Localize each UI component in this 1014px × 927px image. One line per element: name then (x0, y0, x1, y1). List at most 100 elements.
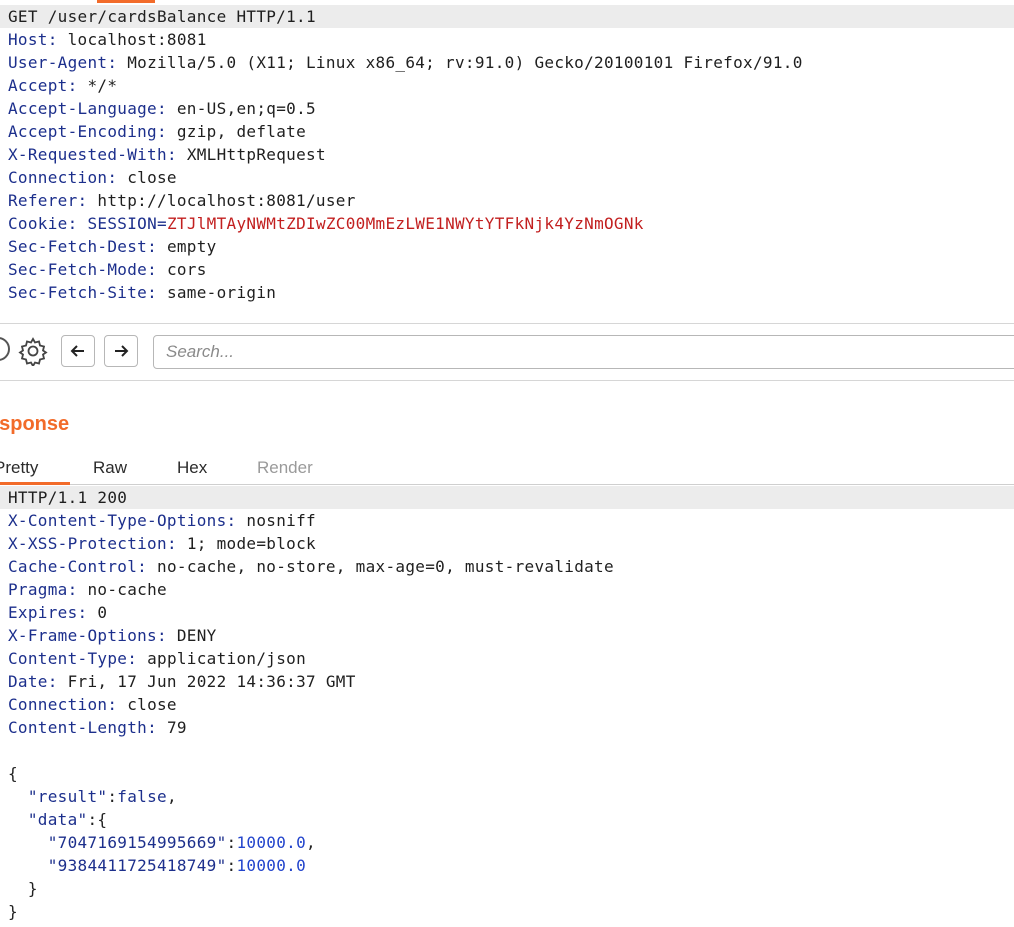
response-header-line[interactable]: Cache-Control: no-cache, no-store, max-a… (0, 555, 1014, 578)
header-value: 79 (166, 718, 187, 737)
json-line[interactable]: "result":false, (0, 785, 1014, 808)
header-value: DENY (176, 626, 217, 645)
header-name: Accept-Language (8, 99, 157, 118)
search-input[interactable] (153, 335, 1014, 369)
request-line-text: GET /user/cardsBalance HTTP/1.1 (8, 7, 316, 26)
header-name: X-Requested-With (8, 145, 167, 164)
json-close-brace: } (27, 879, 38, 898)
tab-pretty[interactable]: Pretty (0, 454, 70, 485)
header-name: Sec-Fetch-Dest (8, 237, 148, 256)
request-header-line[interactable]: Accept: */* (0, 74, 1014, 97)
request-header-line[interactable]: Sec-Fetch-Site: same-origin (0, 281, 1014, 304)
header-value: en-US,en;q=0.5 (176, 99, 316, 118)
request-header-line[interactable]: User-Agent: Mozilla/5.0 (X11; Linux x86_… (0, 51, 1014, 74)
response-header-line[interactable]: Pragma: no-cache (0, 578, 1014, 601)
tab-render[interactable]: Render (257, 454, 313, 482)
status-line[interactable]: HTTP/1.1 200 (0, 486, 1014, 509)
arrow-right-icon (115, 345, 129, 357)
header-name: Connection (8, 168, 108, 187)
header-value: no-cache (87, 580, 167, 599)
request-editor[interactable]: GET /user/cardsBalance HTTP/1.1 Host: lo… (0, 0, 1014, 323)
header-name: Content-Length (8, 718, 148, 737)
cookie-header-line[interactable]: Cookie: SESSION=ZTJlMTAyNWMtZDIwZC00MmEz… (0, 212, 1014, 235)
json-number: 10000.0 (236, 856, 306, 875)
response-header-line[interactable]: Connection: close (0, 693, 1014, 716)
request-header-line[interactable]: Sec-Fetch-Dest: empty (0, 235, 1014, 258)
json-key: "7047169154995669" (47, 833, 227, 852)
header-value: XMLHttpRequest (186, 145, 326, 164)
header-value: close (127, 695, 177, 714)
json-number: 10000.0 (236, 833, 306, 852)
header-value: nosniff (246, 511, 316, 530)
json-line[interactable]: "9384411725418749":10000.0 (0, 854, 1014, 877)
header-name: Referer (8, 191, 78, 210)
header-value: Fri, 17 Jun 2022 14:36:37 GMT (67, 672, 356, 691)
header-name: X-XSS-Protection (8, 534, 167, 553)
forward-button[interactable] (104, 335, 138, 367)
header-name: Connection (8, 695, 108, 714)
request-header-line[interactable]: Host: localhost:8081 (0, 28, 1014, 51)
tab-hex[interactable]: Hex (177, 454, 207, 482)
header-value: close (127, 168, 177, 187)
response-header-line[interactable]: X-XSS-Protection: 1; mode=block (0, 532, 1014, 555)
header-value: localhost:8081 (67, 30, 207, 49)
help-icon[interactable] (0, 337, 10, 361)
json-close-brace: } (8, 902, 18, 921)
header-name: Sec-Fetch-Mode (8, 260, 148, 279)
header-value: empty (166, 237, 217, 256)
cookie-value: ZTJlMTAyNWMtZDIwZC00MmEzLWE1NWYtYTFkNjk4… (166, 214, 644, 233)
header-value: same-origin (166, 283, 277, 302)
active-tab-indicator (97, 0, 155, 3)
request-header-line[interactable]: Sec-Fetch-Mode: cors (0, 258, 1014, 281)
request-header-line[interactable]: Connection: close (0, 166, 1014, 189)
json-open-brace: { (8, 764, 18, 783)
header-name: X-Frame-Options (8, 626, 157, 645)
cookie-name: SESSION (87, 214, 158, 233)
json-line[interactable]: "7047169154995669":10000.0, (0, 831, 1014, 854)
response-panel-title: esponse (0, 413, 70, 435)
json-line[interactable]: } (0, 877, 1014, 900)
response-header-line[interactable]: Date: Fri, 17 Jun 2022 14:36:37 GMT (0, 670, 1014, 693)
response-header-line[interactable]: X-Content-Type-Options: nosniff (0, 509, 1014, 532)
header-name: Sec-Fetch-Site (8, 283, 148, 302)
request-header-line[interactable]: Referer: http://localhost:8081/user (0, 189, 1014, 212)
back-button[interactable] (61, 335, 95, 367)
header-value: gzip, deflate (176, 122, 307, 141)
header-name: Cache-Control (8, 557, 138, 576)
request-header-line[interactable]: Accept-Language: en-US,en;q=0.5 (0, 97, 1014, 120)
json-value: false (117, 787, 167, 806)
header-value: 0 (97, 603, 108, 622)
arrow-left-icon (70, 345, 84, 357)
header-name: User-Agent (8, 53, 108, 72)
header-name: Content-Type (8, 649, 128, 668)
header-value: */* (87, 76, 118, 95)
header-name: Accept (8, 76, 68, 95)
response-header-line[interactable]: Content-Type: application/json (0, 647, 1014, 670)
header-name: Accept-Encoding (8, 122, 157, 141)
header-name: Cookie (8, 214, 68, 233)
header-name: Date (8, 672, 48, 691)
json-line[interactable]: } (0, 900, 1014, 923)
json-key: "9384411725418749" (47, 856, 227, 875)
status-line-text: HTTP/1.1 200 (8, 488, 128, 507)
request-header-line[interactable]: Accept-Encoding: gzip, deflate (0, 120, 1014, 143)
header-value: 1; mode=block (186, 534, 316, 553)
response-viewer[interactable]: HTTP/1.1 200 X-Content-Type-Options: nos… (0, 486, 1014, 923)
header-name: Pragma (8, 580, 68, 599)
header-name: Host (8, 30, 48, 49)
response-header-line[interactable]: Expires: 0 (0, 601, 1014, 624)
tab-raw[interactable]: Raw (93, 454, 127, 482)
gear-icon[interactable] (17, 336, 49, 366)
response-view-tabs: Pretty Raw Hex Render (0, 448, 1014, 485)
response-header-line[interactable]: Content-Length: 79 (0, 716, 1014, 739)
json-key: "data" (27, 810, 88, 829)
json-line[interactable]: "data":{ (0, 808, 1014, 831)
request-line[interactable]: GET /user/cardsBalance HTTP/1.1 (0, 5, 1014, 28)
json-key: "result" (27, 787, 108, 806)
request-header-line[interactable]: X-Requested-With: XMLHttpRequest (0, 143, 1014, 166)
header-value: http://localhost:8081/user (97, 191, 356, 210)
header-value: Mozilla/5.0 (X11; Linux x86_64; rv:91.0)… (127, 53, 803, 72)
json-line[interactable]: { (0, 762, 1014, 785)
response-header-line[interactable]: X-Frame-Options: DENY (0, 624, 1014, 647)
